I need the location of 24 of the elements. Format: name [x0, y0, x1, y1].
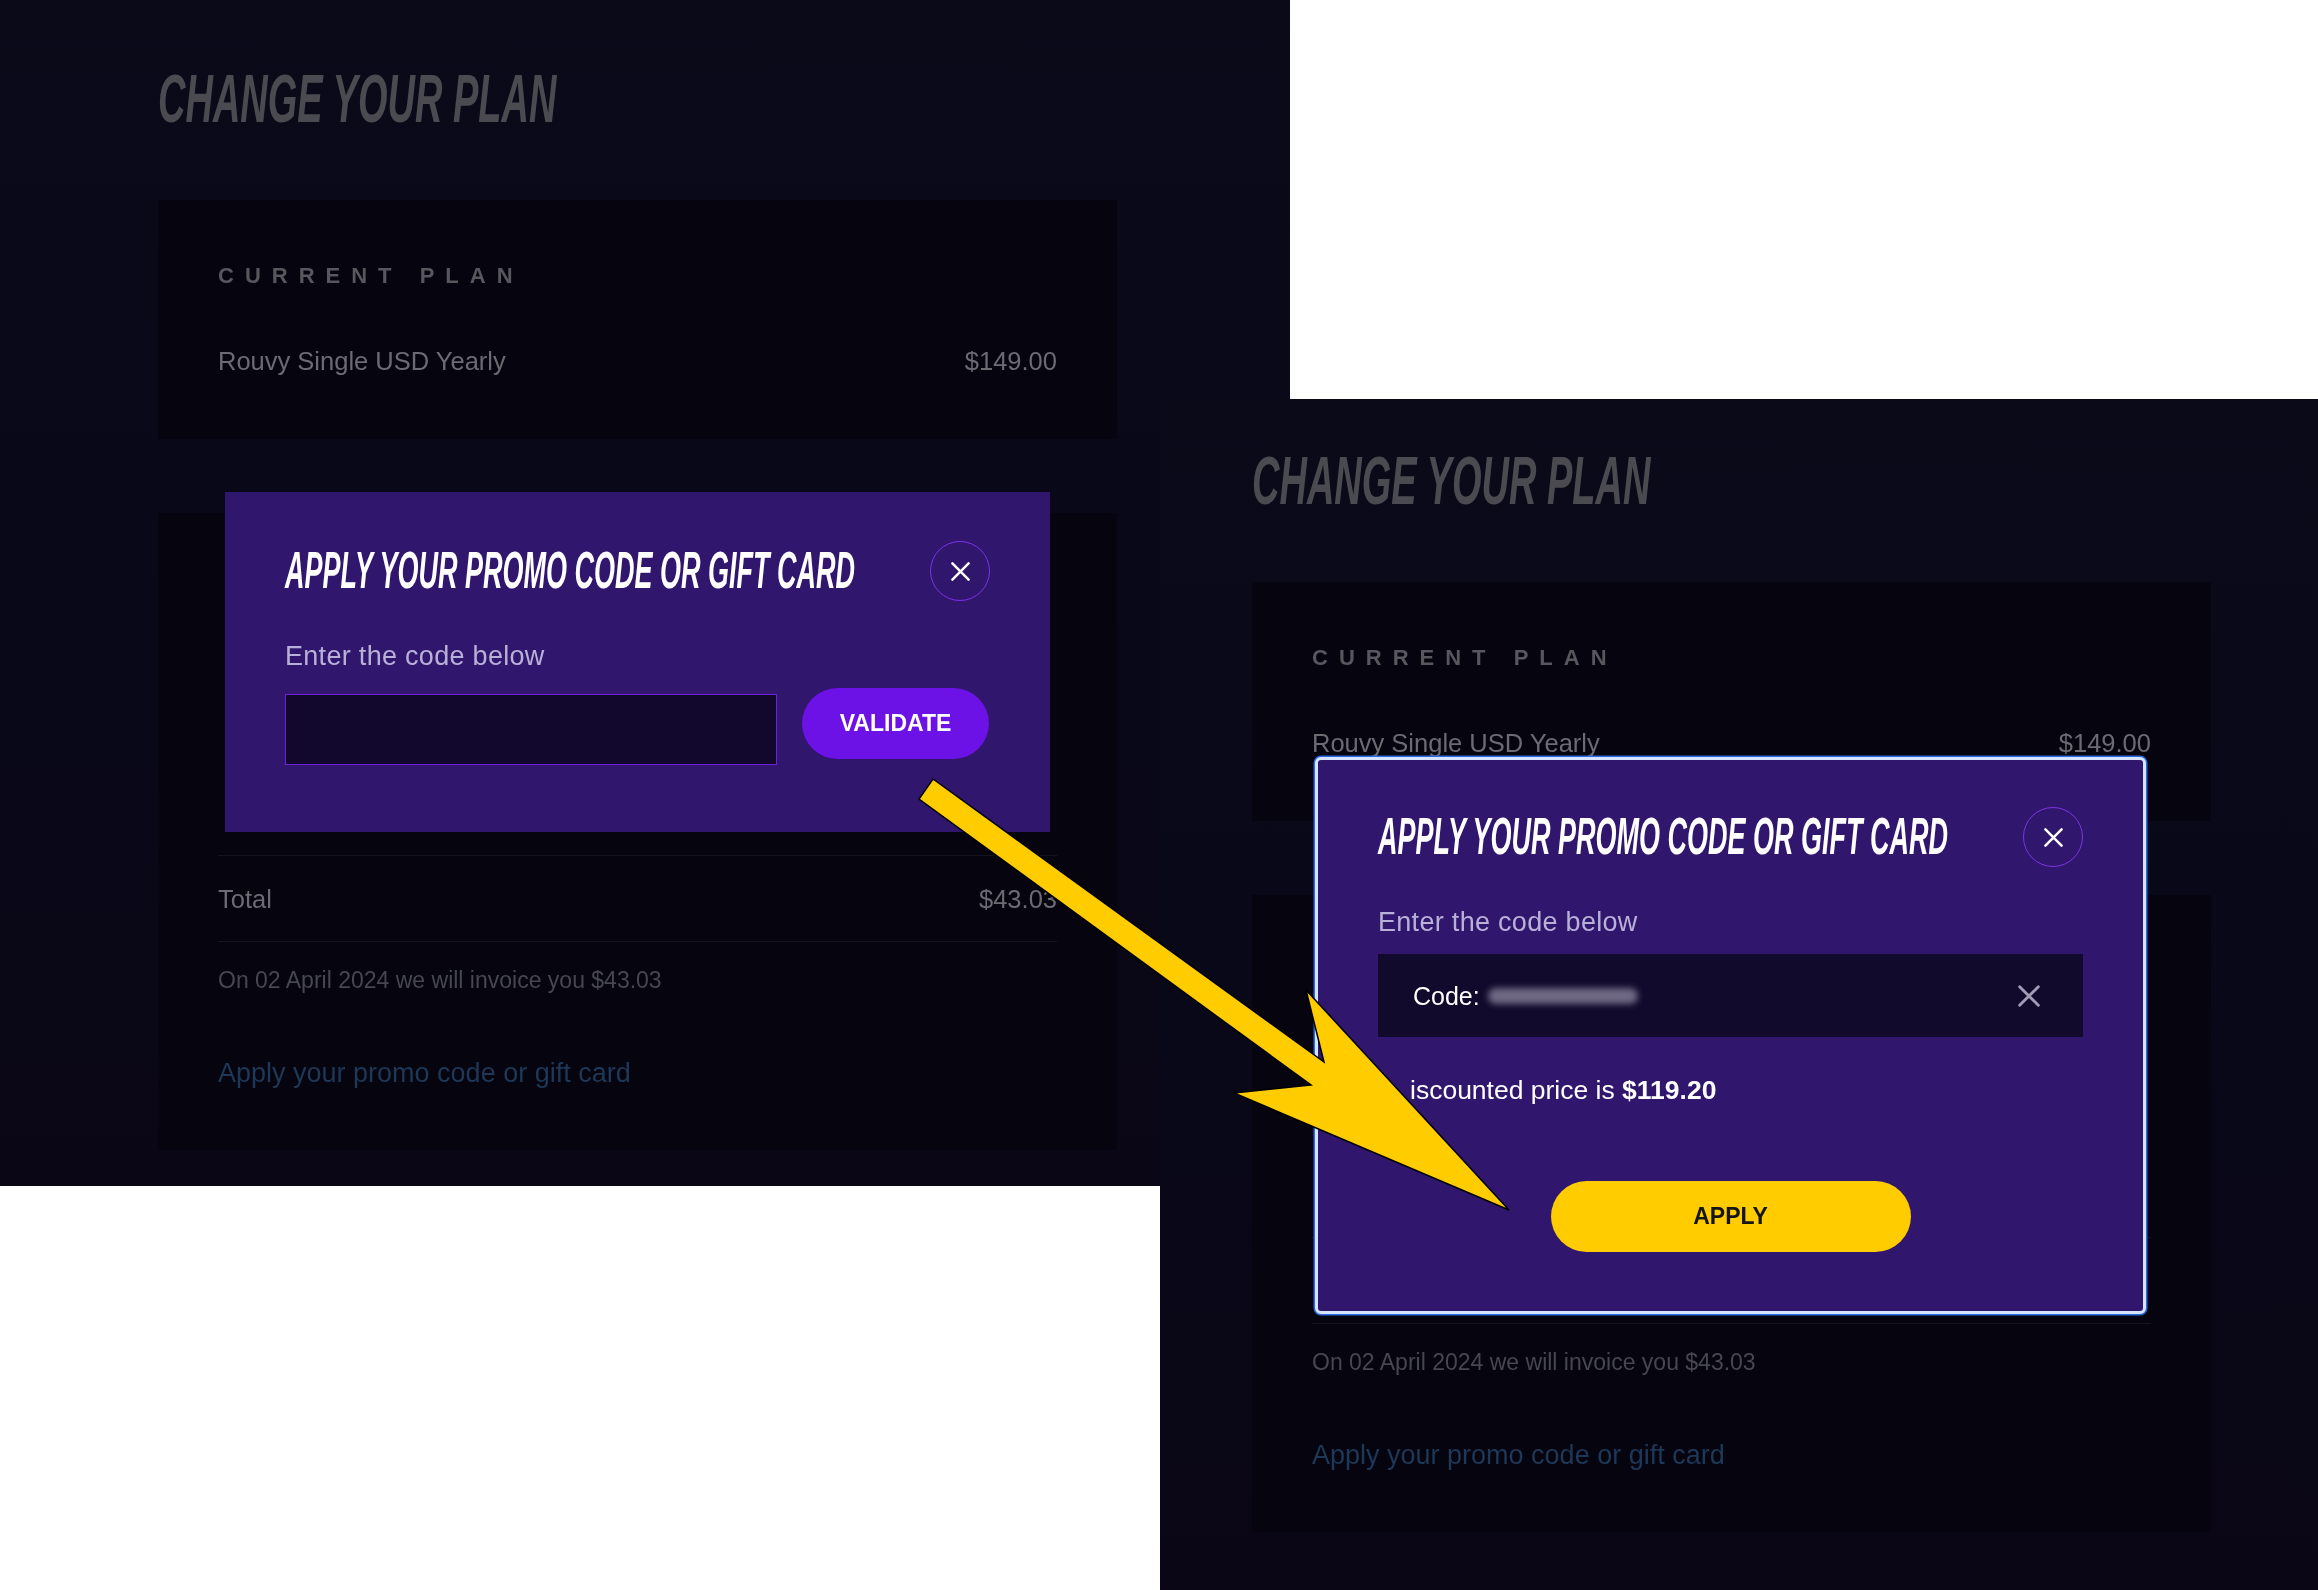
field-label: Enter the code below: [1378, 906, 1638, 938]
apply-button[interactable]: APPLY: [1550, 1181, 1911, 1252]
field-label: Enter the code below: [285, 640, 545, 672]
clear-icon[interactable]: [2018, 984, 2040, 1007]
price-message: iscounted price is $119.20: [1410, 1074, 1717, 1106]
plan-price: $149.00: [2058, 728, 2151, 758]
validate-button[interactable]: VALIDATE: [802, 688, 989, 759]
plan-price: $149.00: [964, 346, 1057, 376]
close-icon: [950, 561, 970, 581]
total-label: Total: [218, 883, 272, 914]
plan-name: Rouvy Single USD Yearly: [218, 346, 506, 376]
invoice-note: On 02 April 2024 we will invoice you $43.03: [218, 967, 662, 993]
section-heading: CURRENT PLAN: [1312, 645, 1618, 671]
plan-name: Rouvy Single USD Yearly: [1312, 728, 1600, 758]
page-title: CHANGE YOUR PLAN: [1252, 446, 1651, 516]
close-icon: [2043, 827, 2063, 847]
section-heading: CURRENT PLAN: [218, 263, 524, 289]
code-field[interactable]: Code:: [1378, 954, 2083, 1037]
dialog-title: APPLY YOUR PROMO CODE OR GIFT CARD: [1378, 810, 1949, 864]
invoice-note: On 02 April 2024 we will invoice you $43.03: [1312, 1349, 1756, 1375]
dialog-title: APPLY YOUR PROMO CODE OR GIFT CARD: [285, 544, 856, 598]
code-prefix: Code:: [1413, 980, 1480, 1011]
code-input[interactable]: [285, 694, 777, 765]
page-title: CHANGE YOUR PLAN: [158, 64, 557, 134]
